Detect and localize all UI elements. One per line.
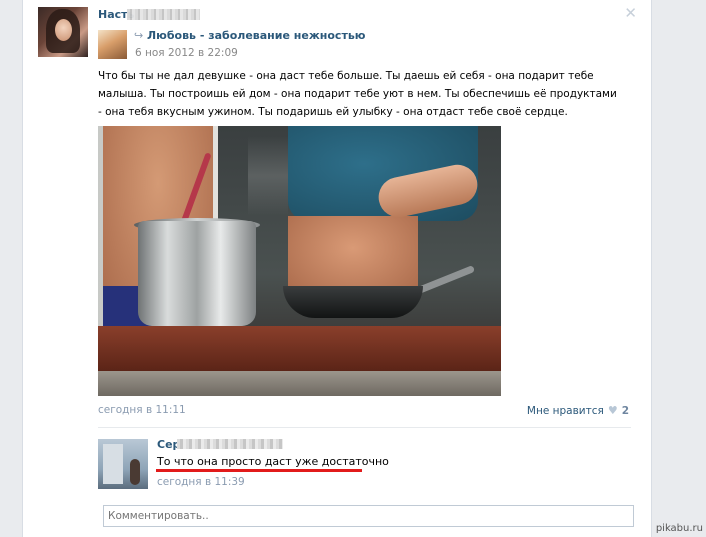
avatar-face bbox=[55, 19, 72, 41]
group-link[interactable]: Любовь - заболевание нежностью bbox=[147, 29, 365, 42]
comment-text: То что она просто даст уже достаточно bbox=[157, 455, 389, 468]
highlight-underline bbox=[156, 469, 362, 472]
repost-date[interactable]: 6 ноя 2012 в 22:09 bbox=[135, 47, 238, 59]
like-button[interactable]: Мне нравится ♥ 2 bbox=[527, 404, 629, 417]
photo-woman-belly bbox=[288, 216, 418, 296]
like-count: 2 bbox=[621, 404, 629, 417]
comments-section: Серг То что она просто даст уже достаточ… bbox=[98, 427, 634, 536]
post-photo[interactable] bbox=[98, 126, 501, 396]
post-text: Что бы ты не дал девушке - она даст тебе… bbox=[98, 70, 617, 118]
author-name-blur bbox=[127, 9, 200, 20]
repost-icon: ↪ bbox=[134, 29, 144, 42]
post-card: Насть ✕ ↪ Любовь - заболевание нежностью… bbox=[22, 0, 652, 537]
author-avatar[interactable] bbox=[38, 7, 88, 57]
avatar-person bbox=[130, 459, 140, 485]
close-icon[interactable]: ✕ bbox=[624, 4, 637, 22]
comment-input[interactable] bbox=[103, 505, 634, 527]
commenter-avatar[interactable] bbox=[98, 439, 148, 489]
heart-icon: ♥ bbox=[607, 404, 618, 417]
watermark: pikabu.ru bbox=[655, 523, 703, 534]
post-time[interactable]: сегодня в 11:11 bbox=[98, 404, 186, 416]
commenter-name-blur bbox=[177, 439, 283, 449]
photo-steam bbox=[248, 136, 288, 216]
group-thumbnail[interactable] bbox=[98, 30, 127, 59]
photo-pot bbox=[138, 221, 256, 326]
photo-pan bbox=[283, 286, 423, 318]
photo-counter bbox=[98, 326, 501, 371]
photo-cabinet bbox=[98, 371, 501, 396]
avatar-door bbox=[103, 444, 123, 484]
comment-time[interactable]: сегодня в 11:39 bbox=[157, 476, 245, 488]
photo-pan-handle bbox=[416, 265, 476, 294]
like-label: Мне нравится bbox=[526, 404, 604, 417]
